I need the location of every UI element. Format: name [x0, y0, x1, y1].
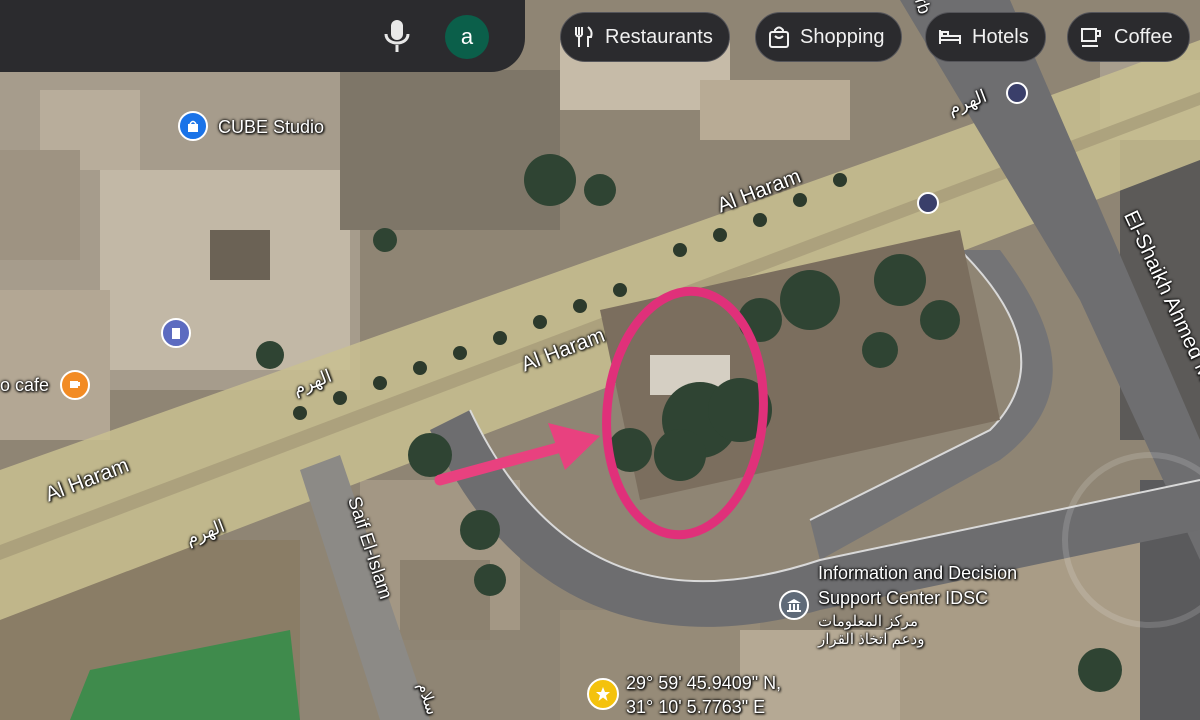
cafe-pin-icon[interactable] — [60, 370, 90, 400]
shopping-bag-icon — [188, 120, 198, 132]
government-building-icon — [787, 599, 801, 612]
satellite-map[interactable] — [0, 0, 1200, 720]
shopping-bag-icon — [769, 26, 789, 48]
chip-restaurants[interactable]: Restaurants — [560, 12, 730, 62]
poi-idsc-arabic-line1: مركز المعلومات — [818, 613, 918, 630]
search-bar[interactable]: a — [0, 0, 525, 72]
dropped-pin-icon[interactable] — [587, 678, 619, 710]
poi-cube-studio[interactable]: CUBE Studio — [218, 117, 324, 138]
poi-cafe[interactable]: o cafe — [0, 375, 49, 396]
chip-label: Hotels — [972, 25, 1029, 48]
fork-knife-icon — [575, 26, 593, 47]
star-icon — [596, 687, 610, 701]
chip-label: Shopping — [800, 25, 885, 48]
chip-label: Coffee — [1114, 25, 1173, 48]
building — [0, 150, 80, 260]
shopping-pin-icon[interactable] — [178, 111, 208, 141]
account-avatar[interactable]: a — [445, 15, 489, 59]
building-pin-icon[interactable] — [161, 318, 191, 348]
poi-idsc-line2[interactable]: Support Center IDSC — [818, 588, 988, 609]
government-pin-icon[interactable] — [779, 590, 809, 620]
coordinates-lng: 31° 10' 5.7763" E — [626, 697, 766, 717]
poi-idsc-line1[interactable]: Information and Decision — [818, 563, 1017, 584]
bed-icon — [939, 30, 961, 44]
chip-label: Restaurants — [605, 25, 713, 48]
coffee-cup-icon — [70, 381, 80, 388]
building-icon — [172, 328, 180, 339]
poi-idsc-arabic-line2: ودعم اتخاذ القرار — [818, 631, 925, 648]
building — [0, 290, 110, 440]
building — [210, 230, 270, 280]
building — [700, 80, 850, 140]
coffee-cup-icon — [1081, 28, 1101, 47]
chip-coffee[interactable]: Coffee — [1067, 12, 1190, 62]
microphone-icon[interactable] — [380, 18, 414, 54]
bus-stop-icon[interactable] — [1006, 82, 1028, 104]
bus-stop-icon[interactable] — [917, 192, 939, 214]
coordinates-lat: 29° 59' 45.9409" N, — [626, 673, 782, 693]
chip-shopping[interactable]: Shopping — [755, 12, 902, 62]
chip-hotels[interactable]: Hotels — [925, 12, 1046, 62]
building — [340, 70, 560, 230]
